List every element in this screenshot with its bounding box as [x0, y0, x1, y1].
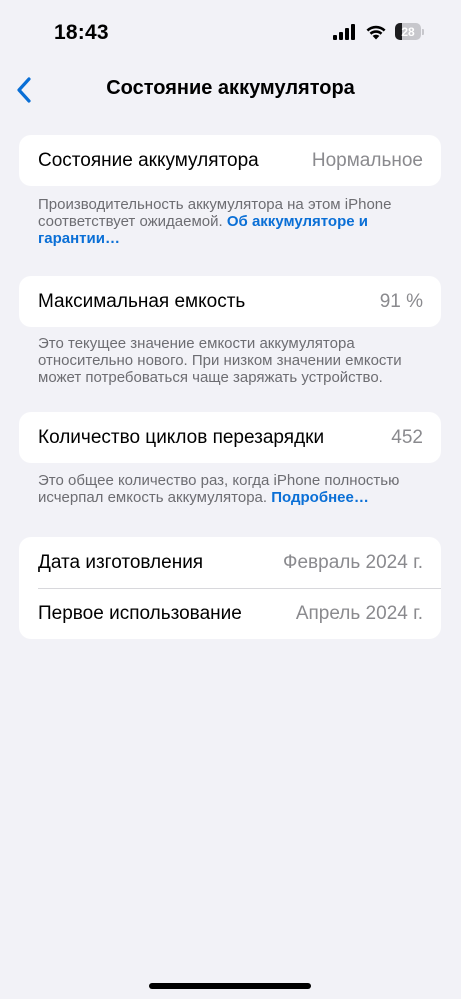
- cycle-count-label: Количество циклов перезарядки: [38, 426, 325, 448]
- first-use-row: Первое использование Апрель 2024 г.: [19, 588, 441, 639]
- dates-card: Дата изготовления Февраль 2024 г. Первое…: [19, 537, 441, 639]
- manufacture-date-label: Дата изготовления: [38, 551, 204, 573]
- battery-health-footnote: Производительность аккумулятора на этом …: [38, 196, 430, 247]
- cycle-count-card: Количество циклов перезарядки 452: [19, 412, 441, 463]
- battery-health-card: Состояние аккумулятора Нормальное: [19, 135, 441, 186]
- battery-health-label: Состояние аккумулятора: [38, 149, 259, 171]
- battery-indicator: 28: [395, 23, 425, 40]
- status-icons: 28: [333, 23, 425, 40]
- battery-level: 28: [401, 24, 415, 39]
- max-capacity-footnote-text: Это текущее значение емкости аккумулятор…: [38, 335, 402, 386]
- battery-health-row: Состояние аккумулятора Нормальное: [19, 135, 441, 186]
- first-use-label: Первое использование: [38, 602, 242, 624]
- battery-tip: [422, 28, 424, 35]
- home-indicator[interactable]: [149, 983, 311, 989]
- status-bar: 18:43 28: [0, 0, 461, 64]
- battery-icon: 28: [395, 23, 421, 40]
- manufacture-date-value: Февраль 2024 г.: [283, 551, 423, 573]
- learn-more-link[interactable]: Подробнее…: [271, 489, 369, 506]
- cycle-count-footnote: Это общее количество раз, когда iPhone п…: [38, 472, 430, 506]
- cellular-signal-icon: [333, 23, 355, 40]
- max-capacity-footnote: Это текущее значение емкости аккумулятор…: [38, 335, 430, 386]
- page-title: Состояние аккумулятора: [106, 77, 355, 99]
- cycle-count-row: Количество циклов перезарядки 452: [19, 412, 441, 463]
- max-capacity-value: 91 %: [379, 290, 423, 312]
- max-capacity-label: Максимальная емкость: [38, 290, 246, 312]
- max-capacity-row: Максимальная емкость 91 %: [19, 276, 441, 327]
- max-capacity-card: Максимальная емкость 91 %: [19, 276, 441, 327]
- battery-health-value: Нормальное: [311, 149, 423, 171]
- first-use-value: Апрель 2024 г.: [295, 602, 423, 624]
- manufacture-date-row: Дата изготовления Февраль 2024 г.: [19, 537, 441, 588]
- cycle-count-value: 452: [391, 426, 423, 448]
- status-time: 18:43: [54, 21, 109, 44]
- row-divider: [38, 588, 441, 589]
- wifi-icon: [366, 25, 386, 39]
- navigation-bar: Состояние аккумулятора: [0, 68, 461, 112]
